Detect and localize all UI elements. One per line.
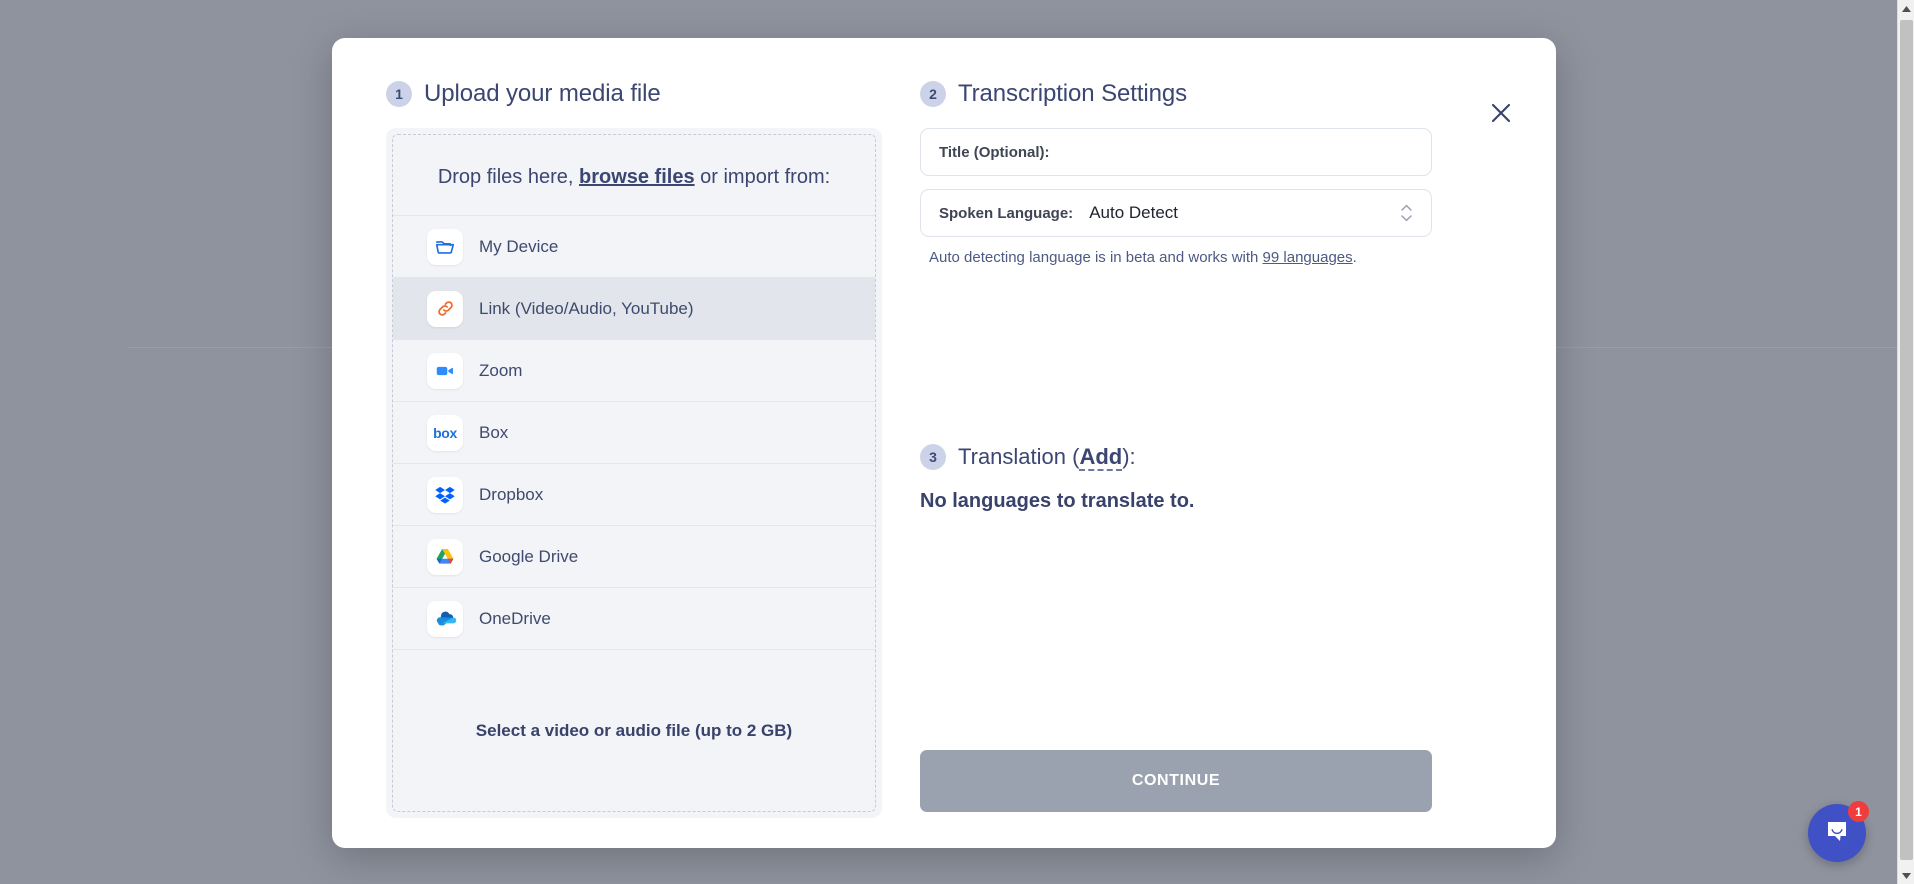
language-hint: Auto detecting language is in beta and w… — [920, 249, 1432, 266]
translation-empty-message: No languages to translate to. — [920, 490, 1195, 512]
source-label: Link (Video/Audio, YouTube) — [479, 298, 694, 318]
dropzone-inner: Drop files here, browse files or import … — [392, 134, 876, 812]
source-label: Zoom — [479, 360, 523, 380]
upload-section: 1 Upload your media file Drop files here… — [332, 38, 882, 848]
upload-title: Upload your media file — [424, 80, 661, 107]
step-number-badge: 3 — [920, 444, 946, 470]
upload-step-heading: 1 Upload your media file — [386, 80, 868, 108]
languages-count-link[interactable]: 99 languages — [1263, 249, 1353, 266]
source-row-my-device[interactable]: My Device — [393, 216, 875, 278]
import-source-list: My Device Link (Video/Audio, YouTube) Zo… — [393, 215, 875, 650]
drop-text-suffix: or import from: — [694, 166, 831, 188]
google-drive-icon — [427, 538, 463, 575]
source-label: Google Drive — [479, 546, 579, 566]
page-scrollbar[interactable] — [1897, 0, 1914, 884]
spoken-language-value: Auto Detect — [1089, 203, 1179, 222]
add-translation-link[interactable]: Add — [1079, 444, 1123, 471]
folder-icon — [427, 228, 463, 265]
chat-launcher-button[interactable]: 1 — [1808, 801, 1869, 862]
translation-title-prefix: Translation ( — [958, 444, 1080, 469]
hint-suffix: . — [1352, 249, 1357, 266]
source-label: OneDrive — [479, 608, 551, 628]
dropbox-icon — [427, 476, 463, 513]
title-field[interactable]: Title (Optional): — [920, 128, 1432, 176]
source-label: My Device — [479, 236, 559, 256]
settings-section: 2 Transcription Settings Title (Optional… — [878, 38, 1478, 848]
scroll-down-arrow-icon[interactable] — [1898, 867, 1914, 884]
step-number-badge: 2 — [920, 81, 946, 107]
dropzone-panel[interactable]: Drop files here, browse files or import … — [386, 128, 882, 818]
translation-title-suffix: ): — [1122, 444, 1136, 469]
spoken-language-label: Spoken Language: — [939, 204, 1074, 222]
translation-title: Translation (Add): — [958, 444, 1136, 471]
continue-button[interactable]: CONTINUE — [920, 750, 1432, 812]
translation-section: 3 Translation (Add): No languages to tra… — [920, 444, 1432, 513]
spoken-language-select[interactable]: Spoken Language: Auto Detect — [920, 189, 1432, 237]
link-icon — [427, 290, 463, 327]
step-number-badge: 1 — [386, 81, 412, 107]
upload-footer-text: Select a video or audio file (up to 2 GB… — [475, 720, 793, 740]
box-icon: box — [427, 414, 463, 451]
browse-files-link[interactable]: browse files — [579, 166, 695, 188]
drop-text-prefix: Drop files here, — [437, 166, 579, 188]
source-row-dropbox[interactable]: Dropbox — [393, 464, 875, 526]
hint-prefix: Auto detecting language is in beta and w… — [929, 249, 1263, 266]
close-icon[interactable] — [1484, 96, 1518, 130]
box-wordmark: box — [433, 424, 457, 441]
chat-bubble-icon — [1823, 817, 1851, 850]
settings-step-heading: 2 Transcription Settings — [920, 80, 1432, 108]
upload-footer-note: Select a video or audio file (up to 2 GB… — [393, 650, 875, 811]
onedrive-icon — [427, 600, 463, 637]
settings-title: Transcription Settings — [958, 80, 1188, 107]
title-field-label: Title (Optional): — [939, 143, 1050, 161]
source-row-zoom[interactable]: Zoom — [393, 340, 875, 402]
source-label: Dropbox — [479, 484, 544, 504]
source-row-link[interactable]: Link (Video/Audio, YouTube) — [393, 278, 875, 340]
scrollbar-thumb[interactable] — [1900, 20, 1913, 860]
source-row-box[interactable]: box Box — [393, 402, 875, 464]
upload-modal: 1 Upload your media file Drop files here… — [332, 38, 1556, 848]
dropzone-instructions: Drop files here, browse files or import … — [393, 135, 875, 215]
chevron-updown-icon[interactable] — [1400, 204, 1413, 222]
source-row-onedrive[interactable]: OneDrive — [393, 588, 875, 650]
translation-heading: 3 Translation (Add): — [920, 444, 1432, 471]
source-row-google-drive[interactable]: Google Drive — [393, 526, 875, 588]
scroll-up-arrow-icon[interactable] — [1898, 0, 1914, 17]
zoom-icon — [427, 352, 463, 389]
chat-unread-badge: 1 — [1848, 801, 1869, 822]
source-label: Box — [479, 422, 509, 442]
